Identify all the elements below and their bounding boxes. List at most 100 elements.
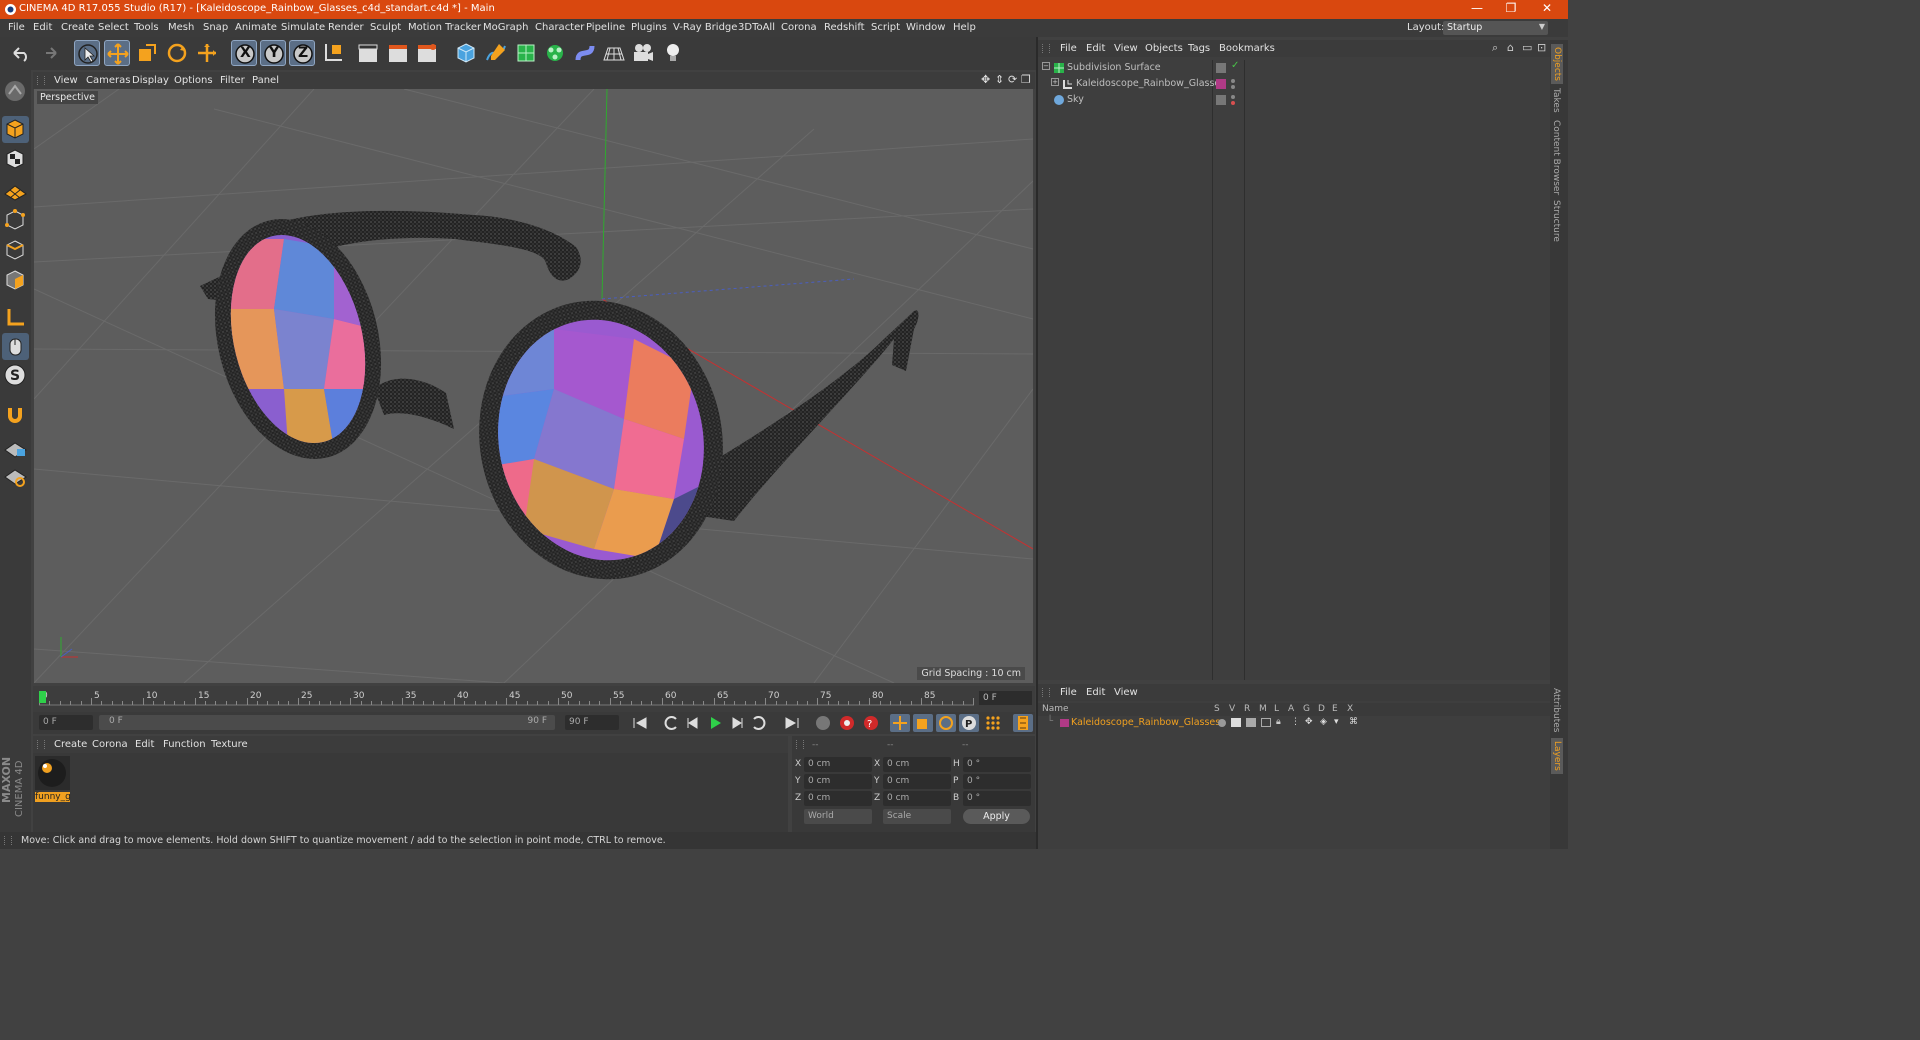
menu-vray-bridge[interactable]: V-Ray Bridge (673, 22, 737, 33)
model-mode-button[interactable] (2, 116, 29, 143)
menu-corona[interactable]: Corona (781, 22, 817, 33)
pos-z-field[interactable]: 0 cm (804, 791, 872, 806)
autokey-icon[interactable] (837, 714, 857, 732)
render-view-button[interactable] (355, 40, 381, 66)
minimize-button[interactable]: — (1460, 0, 1494, 19)
redo-button[interactable] (37, 40, 63, 66)
rot-p-field[interactable]: 0 ° (963, 774, 1031, 789)
viewport-menu-filter[interactable]: Filter (220, 75, 245, 86)
object-menu-view[interactable]: View (1114, 43, 1138, 54)
x-axis-lock-button[interactable]: X (231, 40, 257, 66)
tab-attributes[interactable]: Attributes (1551, 688, 1561, 732)
menu-window[interactable]: Window (906, 22, 945, 33)
search-icon[interactable]: ⌕ (1492, 41, 1498, 55)
object-menu-file[interactable]: File (1060, 43, 1077, 54)
expand-panel-icon[interactable]: ⊡ (1537, 41, 1546, 54)
layer-swatch[interactable] (1216, 95, 1226, 105)
generator-toggle-icon[interactable]: ✥ (1305, 717, 1313, 727)
pos-x-field[interactable]: 0 cm (804, 757, 872, 772)
menu-3dtoall[interactable]: 3DToAll (738, 22, 775, 33)
editor-visibility-dot[interactable] (1231, 95, 1235, 99)
previous-key-icon[interactable] (661, 714, 681, 732)
layer-menu-edit[interactable]: Edit (1086, 687, 1105, 698)
material-menu-function[interactable]: Function (163, 739, 206, 750)
material-menu-edit[interactable]: Edit (135, 739, 154, 750)
add-mograph-button[interactable] (542, 40, 568, 66)
scale-tool-button[interactable] (134, 40, 160, 66)
z-axis-lock-button[interactable]: Z (289, 40, 315, 66)
menu-help[interactable]: Help (953, 22, 976, 33)
layer-menu-file[interactable]: File (1060, 687, 1077, 698)
tab-objects[interactable]: Objects (1551, 44, 1563, 85)
viewport-menu-panel[interactable]: Panel (252, 75, 279, 86)
go-to-start-icon[interactable] (630, 714, 650, 732)
maximize-button[interactable]: ❐ (1494, 0, 1528, 19)
layer-swatch[interactable] (1216, 63, 1226, 73)
render-toggle-icon[interactable] (1246, 718, 1256, 727)
object-row[interactable]: + Kaleidoscope_Rainbow_Glasses (1038, 76, 1550, 92)
rot-h-field[interactable]: 0 ° (963, 757, 1031, 772)
rot-b-field[interactable]: 0 ° (963, 791, 1031, 806)
collapse-icon[interactable]: − (1042, 62, 1050, 70)
viewport-menu-view[interactable]: View (54, 75, 78, 86)
solo-toggle-icon[interactable] (1218, 719, 1226, 727)
edges-mode-button[interactable] (2, 236, 29, 263)
axis-mode-button[interactable] (2, 304, 29, 331)
snap-button[interactable]: S (2, 362, 29, 389)
timeline-button[interactable] (1013, 714, 1033, 732)
frame-range-slider[interactable]: 0 F 90 F (99, 715, 555, 730)
menu-sculpt[interactable]: Sculpt (370, 22, 401, 33)
new-view-icon[interactable]: ▭ (1522, 41, 1532, 54)
material-menu-create[interactable]: Create (54, 739, 87, 750)
tab-content-browser[interactable]: Content Browser (1551, 120, 1561, 195)
live-selection-button[interactable] (74, 40, 100, 66)
next-key-icon[interactable] (749, 714, 769, 732)
home-icon[interactable]: ⌂ (1507, 41, 1514, 54)
transform-tool-button[interactable] (194, 40, 220, 66)
layer-swatch[interactable] (1216, 79, 1226, 89)
timeline-ruler[interactable]: 051015202530354045505560657075808590 0 F (33, 686, 1035, 712)
add-light-button[interactable] (660, 40, 686, 66)
render-visibility-dot[interactable] (1231, 85, 1235, 89)
viewport-menu-cameras[interactable]: Cameras (86, 75, 130, 86)
next-frame-icon[interactable] (727, 714, 747, 732)
manager-toggle-icon[interactable] (1261, 718, 1271, 727)
maximize-view-icon[interactable]: ❐ (1021, 73, 1031, 86)
menu-mesh[interactable]: Mesh (168, 22, 194, 33)
layer-color-swatch[interactable] (1060, 719, 1069, 727)
rotate-tool-button[interactable] (164, 40, 190, 66)
menu-redshift[interactable]: Redshift (824, 22, 865, 33)
add-spline-button[interactable] (483, 40, 509, 66)
key-rotation-button[interactable] (936, 714, 956, 732)
add-deformer-button[interactable] (572, 40, 598, 66)
add-floor-button[interactable] (601, 40, 627, 66)
previous-frame-icon[interactable] (683, 714, 703, 732)
menu-plugins[interactable]: Plugins (631, 22, 667, 33)
undo-button[interactable] (7, 40, 33, 66)
menu-script[interactable]: Script (871, 22, 900, 33)
menu-simulate[interactable]: Simulate (281, 22, 325, 33)
object-row[interactable]: − Subdivision Surface ✓ (1038, 60, 1550, 76)
size-x-field[interactable]: 0 cm (883, 757, 951, 772)
view-toggle-icon[interactable] (1231, 718, 1241, 727)
pos-y-field[interactable]: 0 cm (804, 774, 872, 789)
menu-pipeline[interactable]: Pipeline (586, 22, 625, 33)
polygons-mode-button[interactable] (2, 266, 29, 293)
object-menu-bookmarks[interactable]: Bookmarks (1219, 43, 1275, 54)
current-frame-field[interactable]: 0 F (979, 691, 1032, 705)
viewport-menu-display[interactable]: Display (132, 75, 169, 86)
editor-visibility-dot[interactable] (1231, 79, 1235, 83)
record-keys-icon[interactable] (813, 714, 833, 732)
object-menu-objects[interactable]: Objects (1145, 43, 1183, 54)
add-cube-button[interactable] (453, 40, 479, 66)
deformer-toggle-icon[interactable]: ◈ (1320, 717, 1327, 727)
enabled-check-icon[interactable]: ✓ (1231, 60, 1239, 71)
menu-file[interactable]: File (8, 22, 25, 33)
render-visibility-dot[interactable] (1231, 101, 1235, 105)
object-row[interactable]: Sky (1038, 92, 1550, 108)
menu-mograph[interactable]: MoGraph (483, 22, 528, 33)
menu-render[interactable]: Render (328, 22, 364, 33)
planar-workplane-button[interactable] (2, 464, 29, 491)
size-mode-dropdown[interactable]: Scale (883, 809, 951, 824)
menu-character[interactable]: Character (535, 22, 584, 33)
